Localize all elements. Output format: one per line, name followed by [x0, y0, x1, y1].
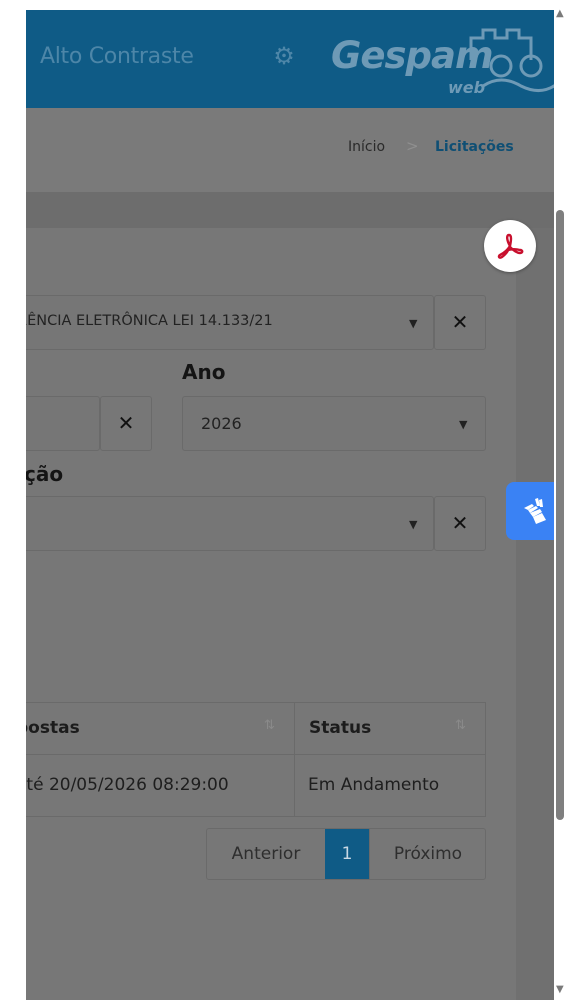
- year-select[interactable]: 2026 ▼: [182, 396, 486, 451]
- sort-icon: ⇅: [455, 718, 466, 733]
- breadcrumb-separator: >: [406, 137, 419, 155]
- table-header-proposals[interactable]: postas ⇅: [26, 702, 294, 754]
- column-header-label: Status: [309, 718, 372, 738]
- modality-select-value: RÊNCIA ELETRÔNICA LEI 14.133/21: [26, 313, 273, 329]
- breadcrumb-home-link[interactable]: Início: [348, 139, 385, 155]
- gespam-logo: Gespam web: [331, 20, 554, 100]
- pagination: Anterior 1 Próximo: [206, 828, 486, 880]
- left-margin: [0, 0, 26, 1000]
- scroll-up-arrow[interactable]: ▲: [556, 8, 564, 19]
- scrollbar-thumb[interactable]: [556, 210, 564, 820]
- high-contrast-toggle[interactable]: Alto Contraste: [40, 44, 194, 69]
- clear-number-button[interactable]: ✕: [100, 396, 152, 451]
- sign-language-icon: [524, 498, 546, 524]
- situation-select[interactable]: ▼: [26, 496, 434, 551]
- site-header: Alto Contraste ⚙ Gespam web: [26, 10, 554, 108]
- clear-situation-button[interactable]: ✕: [434, 496, 486, 551]
- year-select-value: 2026: [201, 414, 242, 433]
- sort-icon: ⇅: [264, 718, 275, 733]
- number-input[interactable]: [26, 396, 100, 451]
- clear-modality-button[interactable]: ✕: [434, 295, 486, 350]
- proposals-cell: até 20/05/2026 08:29:00: [26, 775, 229, 795]
- logo-subtext: web: [448, 78, 486, 97]
- previous-page-button[interactable]: Anterior: [207, 829, 325, 879]
- breadcrumb-current: Licitações: [435, 139, 514, 155]
- close-icon: ✕: [117, 411, 135, 435]
- close-icon: ✕: [451, 310, 469, 334]
- chevron-down-icon: ▼: [409, 317, 418, 330]
- year-label: Ano: [182, 360, 226, 384]
- results-table: postas ⇅ Status ⇅ até 20/05/2026 08:29:0…: [26, 702, 486, 826]
- scroll-down-arrow[interactable]: ▼: [556, 984, 564, 995]
- page-overlay: Alto Contraste ⚙ Gespam web Início > Lic…: [26, 10, 554, 1000]
- situation-label: ção: [26, 462, 64, 486]
- close-icon: ✕: [451, 511, 469, 535]
- next-page-button[interactable]: Próximo: [369, 829, 486, 879]
- chevron-down-icon: ▼: [459, 418, 468, 431]
- table-header-status[interactable]: Status ⇅: [295, 702, 485, 754]
- chevron-down-icon: ▼: [409, 518, 418, 531]
- pdf-icon: [497, 233, 524, 259]
- status-cell: Em Andamento: [308, 775, 440, 795]
- modality-select[interactable]: RÊNCIA ELETRÔNICA LEI 14.133/21 ▼: [26, 295, 434, 350]
- logo-text: Gespam: [331, 34, 493, 77]
- gear-icon[interactable]: ⚙: [271, 43, 297, 69]
- table-bottom-border: [26, 816, 486, 817]
- section-divider: [26, 192, 554, 228]
- column-header-label: postas: [26, 718, 80, 738]
- table-row[interactable]: até 20/05/2026 08:29:00 Em Andamento: [26, 755, 486, 816]
- pdf-export-button[interactable]: [484, 220, 536, 272]
- right-gutter: [516, 228, 554, 1000]
- current-page-button[interactable]: 1: [325, 829, 369, 879]
